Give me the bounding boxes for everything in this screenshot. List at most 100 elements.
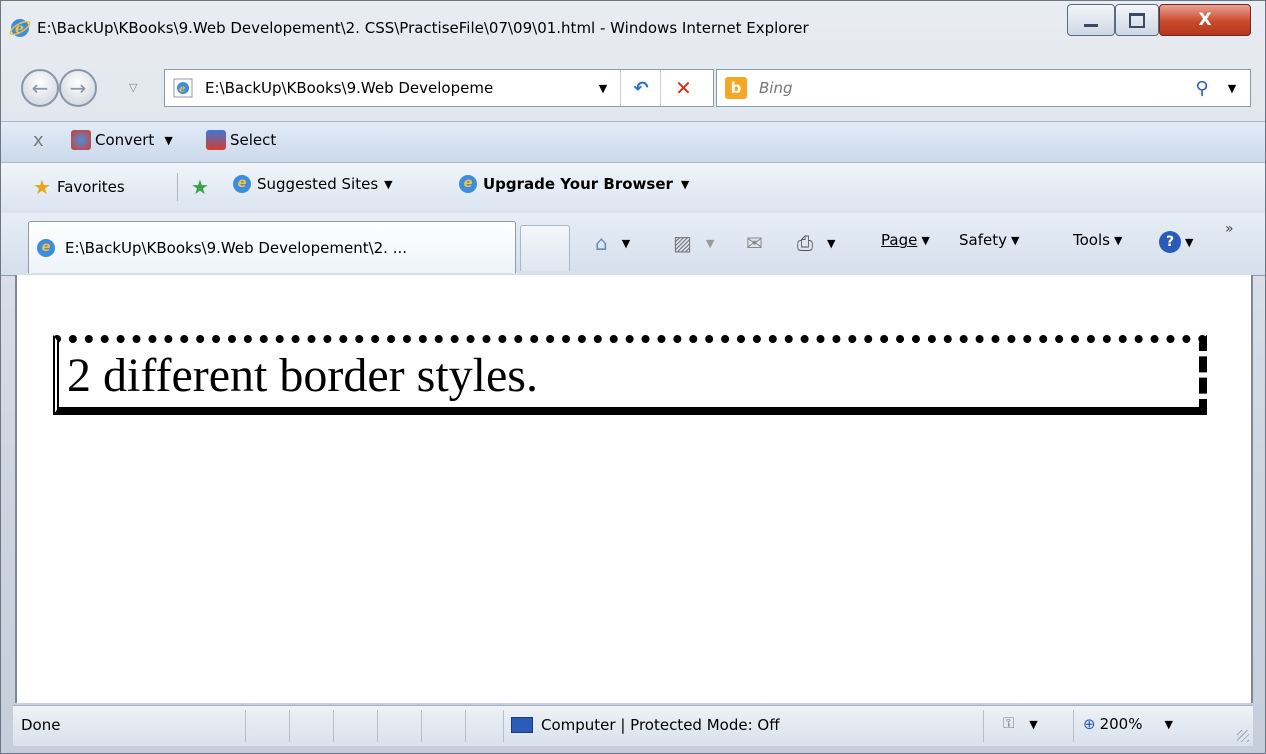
- tools-menu[interactable]: Tools ▼: [1073, 231, 1122, 249]
- status-text: Done: [21, 716, 61, 734]
- feeds-button[interactable]: ▨ ▼: [673, 231, 714, 255]
- zoom-text: 200%: [1099, 715, 1143, 733]
- convert-label: Convert: [95, 131, 155, 149]
- chevron-down-icon: ▼: [384, 177, 393, 191]
- back-icon: ←: [31, 76, 49, 100]
- status-divider: [377, 710, 378, 742]
- zone-text: Computer | Protected Mode: Off: [541, 716, 780, 734]
- page-content: 2 different border styles.: [15, 275, 1253, 703]
- new-tab-button[interactable]: [520, 225, 570, 271]
- ie-icon: e: [9, 19, 31, 37]
- home-icon: ⌂: [595, 231, 608, 255]
- maximize-icon: [1129, 12, 1145, 28]
- ie-icon: e: [233, 175, 251, 193]
- chevron-down-icon: ▼: [680, 177, 690, 191]
- convert-toolbar: x Convert ▼ Select: [1, 121, 1265, 163]
- select-button[interactable]: Select: [206, 130, 276, 150]
- status-divider: [1073, 710, 1074, 742]
- search-options-dropdown[interactable]: ▼: [1217, 70, 1247, 106]
- status-divider: [465, 710, 466, 742]
- security-lock-icon: ⚿: [1003, 714, 1015, 732]
- select-label: Select: [230, 131, 277, 149]
- address-bar[interactable]: e E:\BackUp\KBooks\9.Web Developeme ▼ ↶ …: [164, 69, 714, 107]
- chevron-down-icon: ▼: [921, 233, 930, 247]
- search-icon: ⚲: [1195, 77, 1209, 99]
- minimize-button[interactable]: [1067, 4, 1115, 36]
- content-text: 2 different border styles.: [67, 349, 538, 402]
- refresh-icon: ↶: [633, 77, 649, 99]
- add-favorite-button[interactable]: ★: [191, 175, 215, 199]
- select-pdf-icon: [206, 130, 226, 150]
- status-divider: [245, 710, 246, 742]
- page-menu[interactable]: Page ▼: [881, 231, 930, 249]
- search-input[interactable]: [757, 78, 1161, 98]
- close-toolbar-button[interactable]: x: [33, 130, 44, 151]
- minimize-icon: [1084, 23, 1098, 27]
- close-button[interactable]: X: [1159, 4, 1251, 36]
- recent-pages-dropdown[interactable]: ▽: [129, 81, 137, 94]
- help-icon: ?: [1159, 231, 1181, 253]
- chevron-down-icon: ▼: [827, 236, 836, 250]
- read-mail-button[interactable]: ✉: [746, 231, 763, 255]
- protected-mode-button[interactable]: ⚿ ▼: [1003, 714, 1038, 732]
- forward-button[interactable]: →: [59, 69, 97, 107]
- window-title: E:\BackUp\KBooks\9.Web Developement\2. C…: [37, 19, 809, 37]
- home-button[interactable]: ⌂ ▼: [595, 231, 630, 255]
- computer-icon: [511, 717, 533, 733]
- status-divider: [503, 710, 504, 742]
- navigation-bar: ← → ▽ e E:\BackUp\KBooks\9.Web Developem…: [1, 53, 1265, 115]
- more-commands-chevron-icon[interactable]: »: [1225, 221, 1234, 237]
- print-button[interactable]: ⎙ ▼: [797, 231, 835, 255]
- address-text[interactable]: E:\BackUp\KBooks\9.Web Developeme: [205, 79, 585, 97]
- chevron-down-icon: ▼: [1227, 81, 1237, 95]
- convert-pdf-icon: [71, 130, 91, 150]
- page-ie-icon: e: [173, 78, 193, 98]
- page-menu-label: Page: [881, 231, 918, 249]
- maximize-button[interactable]: [1115, 4, 1159, 36]
- star-icon: ★: [33, 175, 51, 199]
- stop-icon: ✕: [675, 76, 692, 100]
- favorites-button[interactable]: ★ Favorites: [33, 175, 125, 199]
- favorites-label: Favorites: [56, 178, 125, 196]
- status-bar: Done Computer | Protected Mode: Off ⚿ ▼ …: [13, 705, 1253, 746]
- rss-icon: ▨: [673, 231, 692, 255]
- search-box[interactable]: b ⚲ ▼: [716, 69, 1251, 107]
- refresh-button[interactable]: ↶: [620, 70, 661, 106]
- tab-bar: e E:\BackUp\KBooks\9.Web Developement\2.…: [1, 213, 1265, 276]
- bordered-paragraph: 2 different border styles.: [53, 335, 1207, 415]
- address-dropdown[interactable]: ▼: [592, 70, 614, 106]
- resize-grip[interactable]: [1237, 730, 1249, 742]
- zoom-icon: ⊕: [1083, 715, 1096, 733]
- convert-button[interactable]: Convert ▼: [71, 130, 173, 150]
- svg-text:e: e: [179, 84, 185, 95]
- search-button[interactable]: ⚲: [1187, 70, 1217, 106]
- tools-menu-label: Tools: [1073, 231, 1110, 249]
- chevron-down-icon: ▼: [1185, 235, 1194, 249]
- browser-window: e E:\BackUp\KBooks\9.Web Developement\2.…: [0, 0, 1266, 754]
- zoom-button[interactable]: ⊕ 200% ▼: [1083, 715, 1173, 733]
- favorites-bar: ★ Favorites ★ e Suggested Sites ▼ e Upgr…: [1, 163, 1265, 211]
- chevron-down-icon: ▼: [1029, 718, 1038, 731]
- tab-active[interactable]: e E:\BackUp\KBooks\9.Web Developement\2.…: [28, 221, 516, 273]
- close-icon: X: [1198, 10, 1212, 30]
- suggested-sites-button[interactable]: e Suggested Sites ▼: [233, 175, 393, 193]
- stop-button[interactable]: ✕: [660, 70, 706, 106]
- chevron-down-icon: ▼: [1164, 717, 1173, 731]
- forward-icon: →: [69, 76, 87, 100]
- ie-icon: e: [459, 175, 477, 193]
- print-icon: ⎙: [797, 231, 813, 255]
- upgrade-browser-button[interactable]: e Upgrade Your Browser ▼: [459, 175, 689, 193]
- safety-menu-label: Safety: [959, 231, 1007, 249]
- chevron-down-icon: ▼: [705, 236, 715, 250]
- help-menu[interactable]: ? ▼: [1159, 231, 1193, 253]
- security-zone[interactable]: Computer | Protected Mode: Off: [511, 716, 780, 734]
- chevron-down-icon: ▼: [621, 236, 631, 250]
- safety-menu[interactable]: Safety ▼: [959, 231, 1019, 249]
- suggested-sites-label: Suggested Sites: [257, 175, 379, 193]
- upgrade-browser-label: Upgrade Your Browser: [483, 175, 673, 193]
- chevron-down-icon: ▼: [598, 81, 608, 95]
- status-divider: [333, 710, 334, 742]
- chevron-down-icon: ▼: [1113, 233, 1123, 247]
- status-divider: [983, 710, 984, 742]
- back-button[interactable]: ←: [21, 69, 59, 107]
